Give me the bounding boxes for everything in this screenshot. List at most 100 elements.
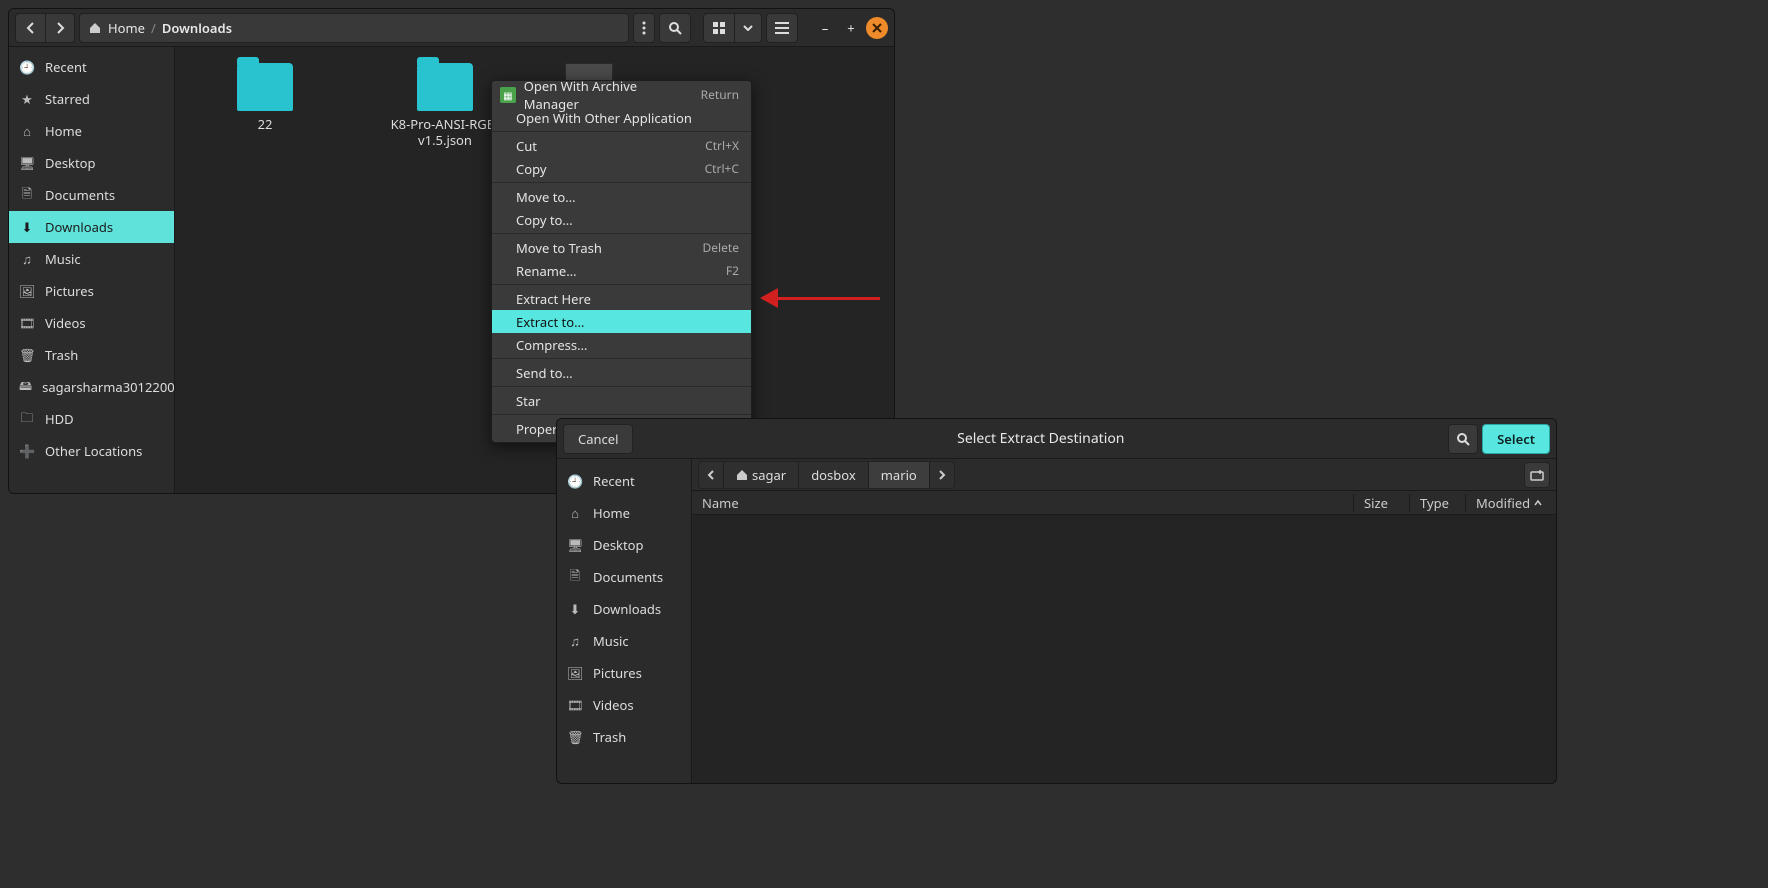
sidebar-item-documents[interactable]: 🗎Documents: [9, 179, 174, 211]
column-size[interactable]: Size: [1354, 494, 1410, 512]
sidebar-item-pictures[interactable]: 🖼Pictures: [9, 275, 174, 307]
path-crumb-sagar[interactable]: sagar: [724, 462, 799, 488]
more-menu-button[interactable]: [633, 13, 655, 43]
path-crumb-dosbox[interactable]: dosbox: [799, 462, 869, 488]
archive-manager-icon: ▦: [500, 87, 516, 103]
menu-item-move-to[interactable]: Move to…: [492, 185, 751, 208]
close-button[interactable]: [866, 17, 888, 39]
path-bar[interactable]: Home / Downloads: [79, 13, 629, 43]
menu-item-extract-here[interactable]: Extract Here: [492, 287, 751, 310]
chevron-down-icon: [743, 25, 753, 31]
menu-item-rename[interactable]: Rename…F2: [492, 259, 751, 282]
breadcrumb-current[interactable]: Downloads: [162, 19, 232, 37]
menu-item-move-to-trash[interactable]: Move to TrashDelete: [492, 236, 751, 259]
dialog-sidebar-label: Pictures: [593, 664, 642, 682]
file-item[interactable]: 22: [205, 63, 325, 133]
select-button[interactable]: Select: [1482, 424, 1550, 454]
chevron-left-icon: [25, 22, 37, 34]
dialog-sidebar-label: Music: [593, 632, 629, 650]
sidebar-item-label: Music: [45, 250, 81, 268]
path-crumb-label: mario: [881, 466, 917, 484]
sidebar-item-downloads[interactable]: ⬇Downloads: [9, 211, 174, 243]
dialog-sidebar-item-documents[interactable]: 🗎 Documents: [557, 561, 691, 593]
grid-icon: [712, 21, 726, 35]
dialog-header: Cancel Select Extract Destination Select: [557, 419, 1556, 459]
sidebar-item-sagarsharma3012200-[interactable]: 🖴sagarsharma3012200…: [9, 371, 174, 403]
menu-item-send-to[interactable]: Send to…: [492, 361, 751, 384]
sidebar-item-label: Home: [45, 122, 82, 140]
menu-item-label: Move to…: [516, 188, 576, 206]
menu-item-compress[interactable]: Compress…: [492, 333, 751, 356]
sidebar-item-starred[interactable]: ★Starred: [9, 83, 174, 115]
search-button[interactable]: [659, 13, 691, 43]
hamburger-button[interactable]: [766, 13, 798, 43]
folder-icon: [237, 63, 293, 111]
clock-icon: 🕘: [19, 58, 35, 76]
cancel-button[interactable]: Cancel: [563, 424, 633, 454]
sidebar-item-hdd[interactable]: 🗀HDD: [9, 403, 174, 435]
sidebar-item-recent[interactable]: 🕘Recent: [9, 51, 174, 83]
dialog-file-list[interactable]: [692, 515, 1556, 783]
menu-item-label: Compress…: [516, 336, 587, 354]
trash-icon: 🗑: [19, 346, 35, 364]
sidebar-item-music[interactable]: ♫Music: [9, 243, 174, 275]
sidebar-item-home[interactable]: ⌂Home: [9, 115, 174, 147]
path-crumb-mario[interactable]: mario: [869, 462, 930, 488]
dialog-sidebar-label: Videos: [593, 696, 634, 714]
dialog-sidebar-item-home[interactable]: ⌂Home: [557, 497, 691, 529]
video-icon: 🎞: [19, 314, 35, 332]
chevron-left-icon: [707, 470, 715, 480]
dialog-sidebar-label: Downloads: [593, 600, 661, 618]
sort-asc-icon: [1534, 499, 1542, 507]
dialog-search-button[interactable]: [1448, 424, 1478, 454]
menu-separator: [492, 233, 751, 234]
new-folder-button[interactable]: [1524, 462, 1550, 488]
menu-item-accel: F2: [726, 262, 739, 279]
breadcrumb-home[interactable]: Home: [108, 19, 145, 37]
clock-icon: 🕘: [567, 472, 583, 490]
sidebar-item-trash[interactable]: 🗑Trash: [9, 339, 174, 371]
back-button[interactable]: [15, 13, 45, 43]
doc-icon: 🗎: [567, 566, 583, 589]
plus-icon: ➕: [19, 442, 35, 460]
dialog-sidebar-item-videos[interactable]: 🎞Videos: [557, 689, 691, 721]
path-forward-button[interactable]: [930, 462, 954, 488]
menu-item-extract-to[interactable]: Extract to…: [492, 310, 751, 333]
column-type[interactable]: Type: [1410, 494, 1466, 512]
column-name[interactable]: Name: [692, 494, 1354, 512]
sidebar-item-other-locations[interactable]: ➕Other Locations: [9, 435, 174, 467]
menu-item-accel: Delete: [703, 239, 740, 256]
menu-item-label: Cut: [516, 137, 537, 155]
sidebar-item-label: HDD: [45, 410, 74, 428]
file-item[interactable]: K8-Pro-ANSI-RGB-v1.5.json: [385, 63, 505, 148]
maximize-button[interactable]: +: [840, 19, 862, 37]
menu-item-cut[interactable]: CutCtrl+X: [492, 134, 751, 157]
home-icon: [88, 21, 102, 35]
view-dropdown-button[interactable]: [734, 13, 762, 43]
trash-icon: 🗑: [567, 728, 583, 746]
menu-item-open-with-archive-manager[interactable]: ▦Open With Archive ManagerReturn: [492, 83, 751, 106]
menu-item-star[interactable]: Star: [492, 389, 751, 412]
sidebar-item-desktop[interactable]: 🖥Desktop: [9, 147, 174, 179]
path-back-button[interactable]: [699, 462, 724, 488]
menu-item-copy-to[interactable]: Copy to…: [492, 208, 751, 231]
dialog-sidebar-item-music[interactable]: ♫Music: [557, 625, 691, 657]
picture-icon: 🖼: [567, 664, 583, 682]
dialog-sidebar-item-trash[interactable]: 🗑Trash: [557, 721, 691, 753]
menu-separator: [492, 131, 751, 132]
column-modified[interactable]: Modified: [1466, 494, 1556, 512]
picture-icon: 🖼: [19, 282, 35, 300]
sidebar-item-videos[interactable]: 🎞Videos: [9, 307, 174, 339]
dialog-sidebar-label: Documents: [593, 568, 663, 586]
menu-item-label: Copy to…: [516, 211, 573, 229]
kebab-icon: [642, 21, 646, 35]
menu-item-open-with-other-application[interactable]: Open With Other Application: [492, 106, 751, 129]
dialog-sidebar-item-downloads[interactable]: ⬇Downloads: [557, 593, 691, 625]
minimize-button[interactable]: –: [814, 19, 836, 37]
view-icons-button[interactable]: [703, 13, 734, 43]
dialog-sidebar-item-desktop[interactable]: 🖥Desktop: [557, 529, 691, 561]
menu-item-copy[interactable]: CopyCtrl+C: [492, 157, 751, 180]
dialog-sidebar-item-pictures[interactable]: 🖼 Pictures: [557, 657, 691, 689]
dialog-sidebar-item-recent[interactable]: 🕘Recent: [557, 465, 691, 497]
forward-button[interactable]: [45, 13, 75, 43]
